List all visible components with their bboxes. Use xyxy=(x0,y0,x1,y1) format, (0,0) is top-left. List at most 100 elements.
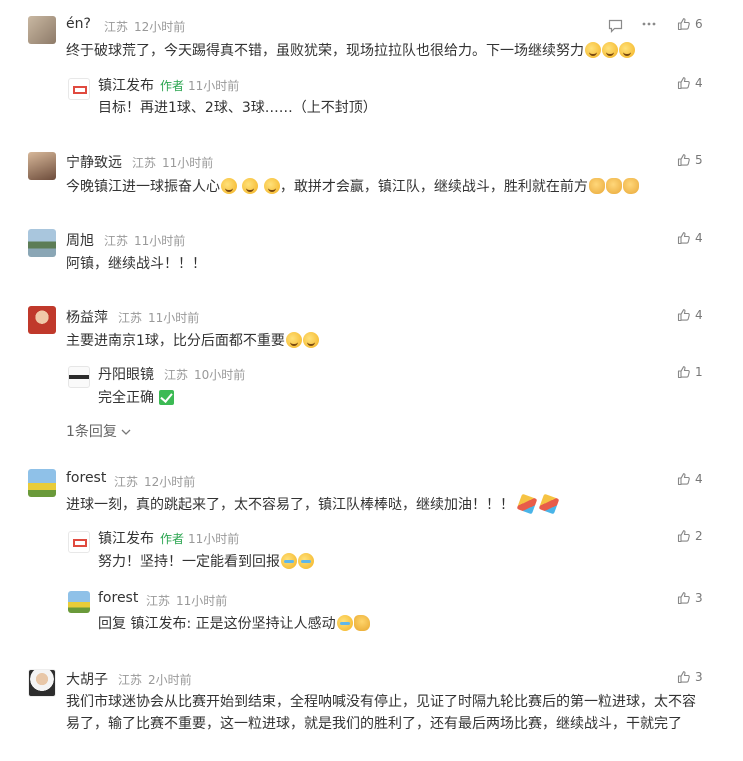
avatar[interactable] xyxy=(28,669,56,697)
emoji-icon xyxy=(622,178,639,194)
reply-time: 10小时前 xyxy=(194,368,246,382)
like-button[interactable]: 6 xyxy=(677,17,703,31)
emoji-icon xyxy=(619,42,635,58)
like-count: 4 xyxy=(695,231,703,245)
reply-text: 目标！再进1球、2球、3球……（上不封顶） xyxy=(98,100,377,116)
like-button[interactable]: 1 xyxy=(677,365,703,379)
like-button[interactable]: 4 xyxy=(677,231,703,245)
crying-face-icon xyxy=(336,615,353,631)
reply-body: 努力！坚持！一定能看到回报 xyxy=(98,554,280,570)
comment-location: 江苏 xyxy=(104,234,129,248)
thumbs-up-icon xyxy=(677,309,690,322)
thumbs-up-icon xyxy=(677,530,690,543)
check-mark-icon xyxy=(159,390,175,405)
reply-username[interactable]: 丹阳眼镜 xyxy=(98,364,154,384)
comment-username[interactable]: 周旭 xyxy=(66,230,94,250)
thumbs-up-icon xyxy=(677,366,690,379)
comment-username[interactable]: forest xyxy=(66,470,106,486)
emoji-icon xyxy=(588,178,605,194)
like-button[interactable]: 5 xyxy=(677,153,703,167)
like-button[interactable]: 3 xyxy=(677,591,703,605)
avatar[interactable] xyxy=(68,78,90,100)
avatar[interactable] xyxy=(68,591,90,613)
emoji-icon xyxy=(285,332,302,348)
avatar[interactable] xyxy=(28,306,56,334)
like-button[interactable]: 2 xyxy=(677,529,703,543)
comment-username[interactable]: 宁静致远 xyxy=(66,152,122,172)
logo-icon xyxy=(73,86,87,94)
reply-button[interactable] xyxy=(608,18,623,37)
comment-body: 终于破球荒了，今天踢得真不错，虽败犹荣，现场拉拉队也很给力。下一场继续努力 xyxy=(66,43,584,59)
reply-meta: 作者 11小时前 xyxy=(160,77,239,94)
expand-replies-button[interactable]: 1条回复 xyxy=(66,421,131,441)
reply-username[interactable]: 镇江发布 xyxy=(98,75,154,95)
like-count: 5 xyxy=(695,153,703,167)
reply-username[interactable]: 镇江发布 xyxy=(98,528,154,548)
like-button[interactable]: 4 xyxy=(677,76,703,90)
reply-body: : 正是这份坚持让人感动 xyxy=(186,616,336,632)
comment-meta: 江苏 12小时前 xyxy=(114,473,195,490)
thumbs-up-icon xyxy=(677,473,690,486)
reply-time: 11小时前 xyxy=(188,532,240,546)
comment-text: 今晚镇江进一球振奋人心 ，敢拼才会赢，镇江队，继续战斗，胜利就在前方 xyxy=(66,176,639,198)
chevron-down-icon xyxy=(121,429,131,435)
reply-to-user[interactable]: 镇江发布 xyxy=(130,616,186,632)
like-button[interactable]: 3 xyxy=(677,670,703,684)
avatar[interactable] xyxy=(28,152,56,180)
emoji-icon xyxy=(263,178,280,194)
comment-time: 11小时前 xyxy=(134,234,186,248)
avatar[interactable] xyxy=(28,16,56,44)
avatar[interactable] xyxy=(68,531,90,553)
author-badge: 作者 xyxy=(160,79,185,93)
comment-meta: 江苏 11小时前 xyxy=(104,232,185,249)
comment-username[interactable]: 杨益萍 xyxy=(66,307,108,327)
like-button[interactable]: 4 xyxy=(677,472,703,486)
reply-text: 回复 镇江发布: 正是这份坚持让人感动 xyxy=(98,613,370,635)
comment-text: 主要进南京1球，比分后面都不重要 xyxy=(66,330,319,352)
party-popper-icon xyxy=(517,493,538,515)
avatar[interactable] xyxy=(68,366,90,388)
thumbs-up-emoji-icon xyxy=(353,615,370,631)
comment-body: 今晚镇江进一球振奋人心 xyxy=(66,179,220,195)
emoji-icon xyxy=(221,178,237,194)
comment-location: 江苏 xyxy=(114,475,139,489)
more-options-button[interactable] xyxy=(642,16,656,35)
like-count: 2 xyxy=(695,529,703,543)
emoji-icon xyxy=(585,42,601,58)
reply-username[interactable]: forest xyxy=(98,590,138,606)
thumbs-up-icon xyxy=(677,154,690,167)
comment-time: 2小时前 xyxy=(148,673,192,687)
emoji-icon xyxy=(602,42,618,58)
reply-text: 努力！坚持！一定能看到回报 xyxy=(98,551,314,573)
reply-prefix: 回复 xyxy=(98,616,126,632)
more-dots-icon xyxy=(642,22,656,26)
comment-username[interactable]: 大胡子 xyxy=(66,669,108,689)
comment-time: 11小时前 xyxy=(148,311,200,325)
comment-meta: 江苏 11小时前 xyxy=(118,309,199,326)
avatar[interactable] xyxy=(28,229,56,257)
comment-time: 12小时前 xyxy=(144,475,196,489)
like-count: 4 xyxy=(695,76,703,90)
expand-replies-label: 1条回复 xyxy=(66,424,117,440)
avatar[interactable] xyxy=(28,469,56,497)
comment-icon xyxy=(608,19,623,33)
comment-location: 江苏 xyxy=(118,673,143,687)
comment-meta: 江苏 2小时前 xyxy=(118,671,192,688)
reply-body: 完全正确 xyxy=(98,390,154,406)
crying-face-icon xyxy=(298,553,314,569)
comment-time: 11小时前 xyxy=(162,156,214,170)
like-count: 4 xyxy=(695,472,703,486)
reply-location: 江苏 xyxy=(164,368,189,382)
thumbs-up-icon xyxy=(677,592,690,605)
comment-location: 江苏 xyxy=(118,311,143,325)
like-button[interactable]: 4 xyxy=(677,308,703,322)
emoji-icon xyxy=(605,178,622,194)
emoji-icon xyxy=(302,332,319,348)
reply-meta: 江苏 10小时前 xyxy=(164,366,245,383)
comment-text: 我们市球迷协会从比赛开始到结束，全程呐喊没有停止，见证了时隔九轮比赛后的第一粒进… xyxy=(66,694,696,732)
crying-face-icon xyxy=(281,553,297,569)
comment-username[interactable]: én? xyxy=(66,16,91,32)
reply-meta: 作者 11小时前 xyxy=(160,530,239,547)
thumbs-up-icon xyxy=(677,18,690,31)
comment-body: 主要进南京1球，比分后面都不重要 xyxy=(66,333,285,349)
